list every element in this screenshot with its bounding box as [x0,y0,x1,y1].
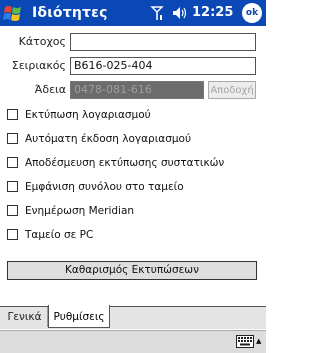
option-release-ingredient-print[interactable]: Αποδέσμευση εκτύπωσης συστατικών [7,155,257,171]
owner-label: Κάτοχος [18,35,66,48]
serial-field[interactable]: B616-025-404 [70,57,256,75]
clock[interactable]: 12:25 [192,4,233,22]
option-label: Ταμείο σε PC [25,229,94,241]
keyboard-icon[interactable] [236,335,254,348]
title-bar: Ιδιότητες 12:25 ok [0,0,266,26]
windows-start-icon[interactable] [3,3,23,23]
accept-button: Αποδοχή [208,81,256,99]
option-label: Εκτύπωση λογαριασμού [25,109,151,121]
option-show-total-in-register[interactable]: Εμφάνιση συνόλου στο ταμείο [7,179,257,195]
option-auto-issue-bill[interactable]: Αυτόματη έκδοση λογαριασμού [7,131,257,147]
checkbox[interactable] [7,181,18,192]
checkbox[interactable] [7,157,18,168]
option-label: Ενημέρωση Meridian [25,205,135,217]
option-label: Αυτόματη έκδοση λογαριασμού [25,133,192,145]
license-field: 0478-081-616 [70,81,204,99]
window-title: Ιδιότητες [32,5,108,21]
tab-strip: Γενικά Ρυθμίσεις [0,305,266,329]
license-label: Άδεια [34,83,66,96]
volume-icon[interactable] [172,5,188,21]
option-label: Αποδέσμευση εκτύπωσης συστατικών [25,157,225,169]
tab-settings[interactable]: Ρυθμίσεις [48,305,110,328]
tab-general[interactable]: Γενικά [2,307,48,327]
input-panel-arrow-icon[interactable]: ▲ [256,337,261,345]
clear-prints-button[interactable]: Καθαρισμός Εκτυπώσεων [7,261,257,280]
menu-bar: ▲ [0,330,266,353]
checkbox[interactable] [7,205,18,216]
option-register-on-pc[interactable]: Ταμείο σε PC [7,227,257,243]
checkbox[interactable] [7,133,18,144]
checkbox[interactable] [7,109,18,120]
option-print-bill[interactable]: Εκτύπωση λογαριασμού [7,107,257,123]
signal-icon[interactable] [150,5,164,21]
option-update-meridian[interactable]: Ενημέρωση Meridian [7,203,257,219]
serial-label: Σειριακός [11,59,66,72]
owner-field[interactable] [70,33,256,51]
checkbox[interactable] [7,229,18,240]
ok-button[interactable]: ok [242,3,262,23]
option-label: Εμφάνιση συνόλου στο ταμείο [25,181,184,193]
